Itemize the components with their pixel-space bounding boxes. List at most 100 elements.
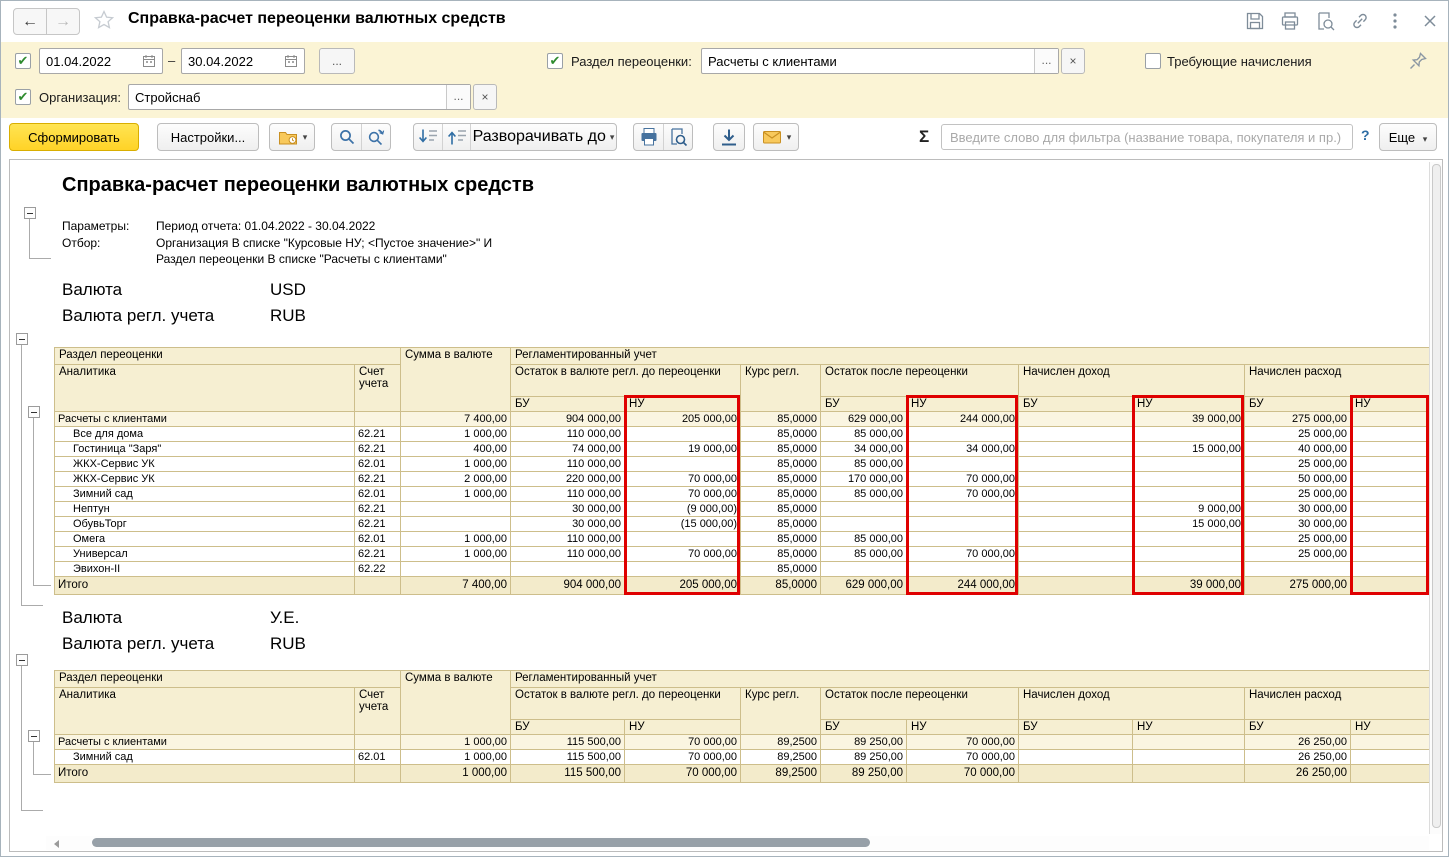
cell-account[interactable]: 62.22 — [355, 562, 401, 577]
cell-before-nu[interactable]: 70 000,00 — [625, 765, 741, 783]
table-row[interactable]: Нептун 62.21 30 000,00 (9 000,00) 85,000… — [55, 502, 1430, 517]
cell-expense-nu[interactable] — [1351, 562, 1430, 577]
cell-rate[interactable]: 85,0000 — [741, 562, 821, 577]
cell-account[interactable] — [355, 765, 401, 783]
cell-after-nu[interactable]: 70 000,00 — [907, 487, 1019, 502]
cell-analytics[interactable]: Расчеты с клиентами — [55, 735, 355, 750]
cell-analytics[interactable]: ЖКХ-Сервис УК — [55, 457, 355, 472]
cell-rate[interactable]: 85,0000 — [741, 487, 821, 502]
cell-expense-bu[interactable] — [1245, 562, 1351, 577]
table-row[interactable]: Итого 1 000,00 115 500,00 70 000,00 89,2… — [55, 765, 1430, 783]
cell-income-nu[interactable] — [1133, 750, 1245, 765]
cell-rate[interactable]: 85,0000 — [741, 442, 821, 457]
cell-analytics[interactable]: Омега — [55, 532, 355, 547]
cell-after-bu[interactable]: 85 000,00 — [821, 547, 907, 562]
table-row[interactable]: Все для дома 62.21 1 000,00 110 000,00 8… — [55, 427, 1430, 442]
help-button[interactable]: ? — [1361, 127, 1370, 143]
cell-after-nu[interactable]: 70 000,00 — [907, 547, 1019, 562]
cell-account[interactable]: 62.21 — [355, 547, 401, 562]
cell-income-nu[interactable] — [1133, 487, 1245, 502]
cell-account[interactable]: 62.21 — [355, 442, 401, 457]
cell-before-bu[interactable]: 904 000,00 — [511, 577, 625, 595]
cell-amount[interactable]: 1 000,00 — [401, 735, 511, 750]
cell-amount[interactable]: 2 000,00 — [401, 472, 511, 487]
vertical-scrollbar[interactable] — [1429, 162, 1443, 834]
cell-analytics[interactable]: Гостиница "Заря" — [55, 442, 355, 457]
cell-expense-bu[interactable]: 25 000,00 — [1245, 487, 1351, 502]
cell-before-nu[interactable] — [625, 457, 741, 472]
table-row[interactable]: Расчеты с клиентами 1 000,00 115 500,00 … — [55, 735, 1430, 750]
cell-after-nu[interactable]: 34 000,00 — [907, 442, 1019, 457]
header-rate[interactable]: Курс регл. — [741, 365, 821, 412]
cell-after-nu[interactable]: 244 000,00 — [907, 412, 1019, 427]
period-checkbox[interactable]: ✔ — [15, 53, 31, 69]
group-expander[interactable] — [16, 333, 28, 345]
header-bu[interactable]: БУ — [1019, 397, 1133, 412]
cell-amount[interactable]: 1 000,00 — [401, 427, 511, 442]
cell-amount[interactable]: 400,00 — [401, 442, 511, 457]
cell-expense-nu[interactable] — [1351, 765, 1430, 783]
header-after[interactable]: Остаток после переоценки — [821, 688, 1019, 720]
cell-after-bu[interactable] — [821, 562, 907, 577]
cell-rate[interactable]: 85,0000 — [741, 502, 821, 517]
forward-button[interactable]: → — [46, 8, 80, 35]
cell-income-bu[interactable] — [1019, 487, 1133, 502]
header-nu[interactable]: НУ — [1133, 720, 1245, 735]
cell-analytics[interactable]: Все для дома — [55, 427, 355, 442]
cell-income-nu[interactable]: 9 000,00 — [1133, 502, 1245, 517]
header-analytics[interactable]: Аналитика — [55, 365, 355, 412]
cell-expense-bu[interactable]: 30 000,00 — [1245, 517, 1351, 532]
table-row[interactable]: ЖКХ-Сервис УК 62.21 2 000,00 220 000,00 … — [55, 472, 1430, 487]
cell-amount[interactable]: 7 400,00 — [401, 577, 511, 595]
header-nu[interactable]: НУ — [1133, 397, 1245, 412]
cell-after-bu[interactable] — [821, 502, 907, 517]
cell-rate[interactable]: 85,0000 — [741, 457, 821, 472]
header-before[interactable]: Остаток в валюте регл. до переоценки — [511, 688, 741, 720]
cell-expense-bu[interactable]: 25 000,00 — [1245, 532, 1351, 547]
header-income[interactable]: Начислен доход — [1019, 688, 1245, 720]
cell-after-nu[interactable]: 70 000,00 — [907, 735, 1019, 750]
cell-analytics[interactable]: Зимний сад — [55, 750, 355, 765]
print-preview-report-button[interactable] — [663, 124, 692, 150]
cell-after-nu[interactable] — [907, 517, 1019, 532]
print-preview-button[interactable] — [1313, 8, 1337, 34]
org-input[interactable] — [128, 84, 471, 110]
cell-before-bu[interactable]: 74 000,00 — [511, 442, 625, 457]
more-actions-button[interactable]: Еще ▾ — [1379, 123, 1437, 151]
group-expander[interactable] — [28, 730, 40, 742]
cell-after-bu[interactable]: 85 000,00 — [821, 487, 907, 502]
org-checkbox[interactable]: ✔ — [15, 89, 31, 105]
back-button[interactable]: ← — [13, 8, 47, 35]
table-row[interactable]: Зимний сад 62.01 1 000,00 115 500,00 70 … — [55, 750, 1430, 765]
print-report-button[interactable] — [634, 124, 663, 150]
cell-income-nu[interactable]: 39 000,00 — [1133, 577, 1245, 595]
save-button[interactable] — [1243, 8, 1267, 34]
cell-expense-nu[interactable] — [1351, 750, 1430, 765]
cell-expense-nu[interactable] — [1351, 532, 1430, 547]
table-row[interactable]: Зимний сад 62.01 1 000,00 110 000,00 70 … — [55, 487, 1430, 502]
cell-amount[interactable]: 7 400,00 — [401, 412, 511, 427]
cell-after-nu[interactable]: 244 000,00 — [907, 577, 1019, 595]
cell-analytics[interactable]: Расчеты с клиентами — [55, 412, 355, 427]
cell-income-nu[interactable] — [1133, 457, 1245, 472]
cell-account[interactable]: 62.01 — [355, 487, 401, 502]
cell-income-bu[interactable] — [1019, 412, 1133, 427]
header-bu[interactable]: БУ — [511, 720, 625, 735]
cell-expense-nu[interactable] — [1351, 442, 1430, 457]
cell-before-nu[interactable]: 19 000,00 — [625, 442, 741, 457]
cell-amount[interactable]: 1 000,00 — [401, 532, 511, 547]
header-bu[interactable]: БУ — [1245, 720, 1351, 735]
header-amount[interactable]: Сумма в валюте — [401, 348, 511, 412]
horizontal-scroll-thumb[interactable] — [92, 838, 870, 847]
header-nu[interactable]: НУ — [907, 397, 1019, 412]
cell-analytics[interactable]: ОбувьТорг — [55, 517, 355, 532]
cell-rate[interactable]: 85,0000 — [741, 472, 821, 487]
cell-income-nu[interactable]: 15 000,00 — [1133, 442, 1245, 457]
cell-after-nu[interactable] — [907, 427, 1019, 442]
cell-income-bu[interactable] — [1019, 457, 1133, 472]
table-row[interactable]: ЖКХ-Сервис УК 62.01 1 000,00 110 000,00 … — [55, 457, 1430, 472]
cell-expense-nu[interactable] — [1351, 457, 1430, 472]
org-select-button[interactable]: ... — [446, 85, 470, 109]
download-button[interactable] — [713, 123, 745, 151]
cell-amount[interactable] — [401, 502, 511, 517]
